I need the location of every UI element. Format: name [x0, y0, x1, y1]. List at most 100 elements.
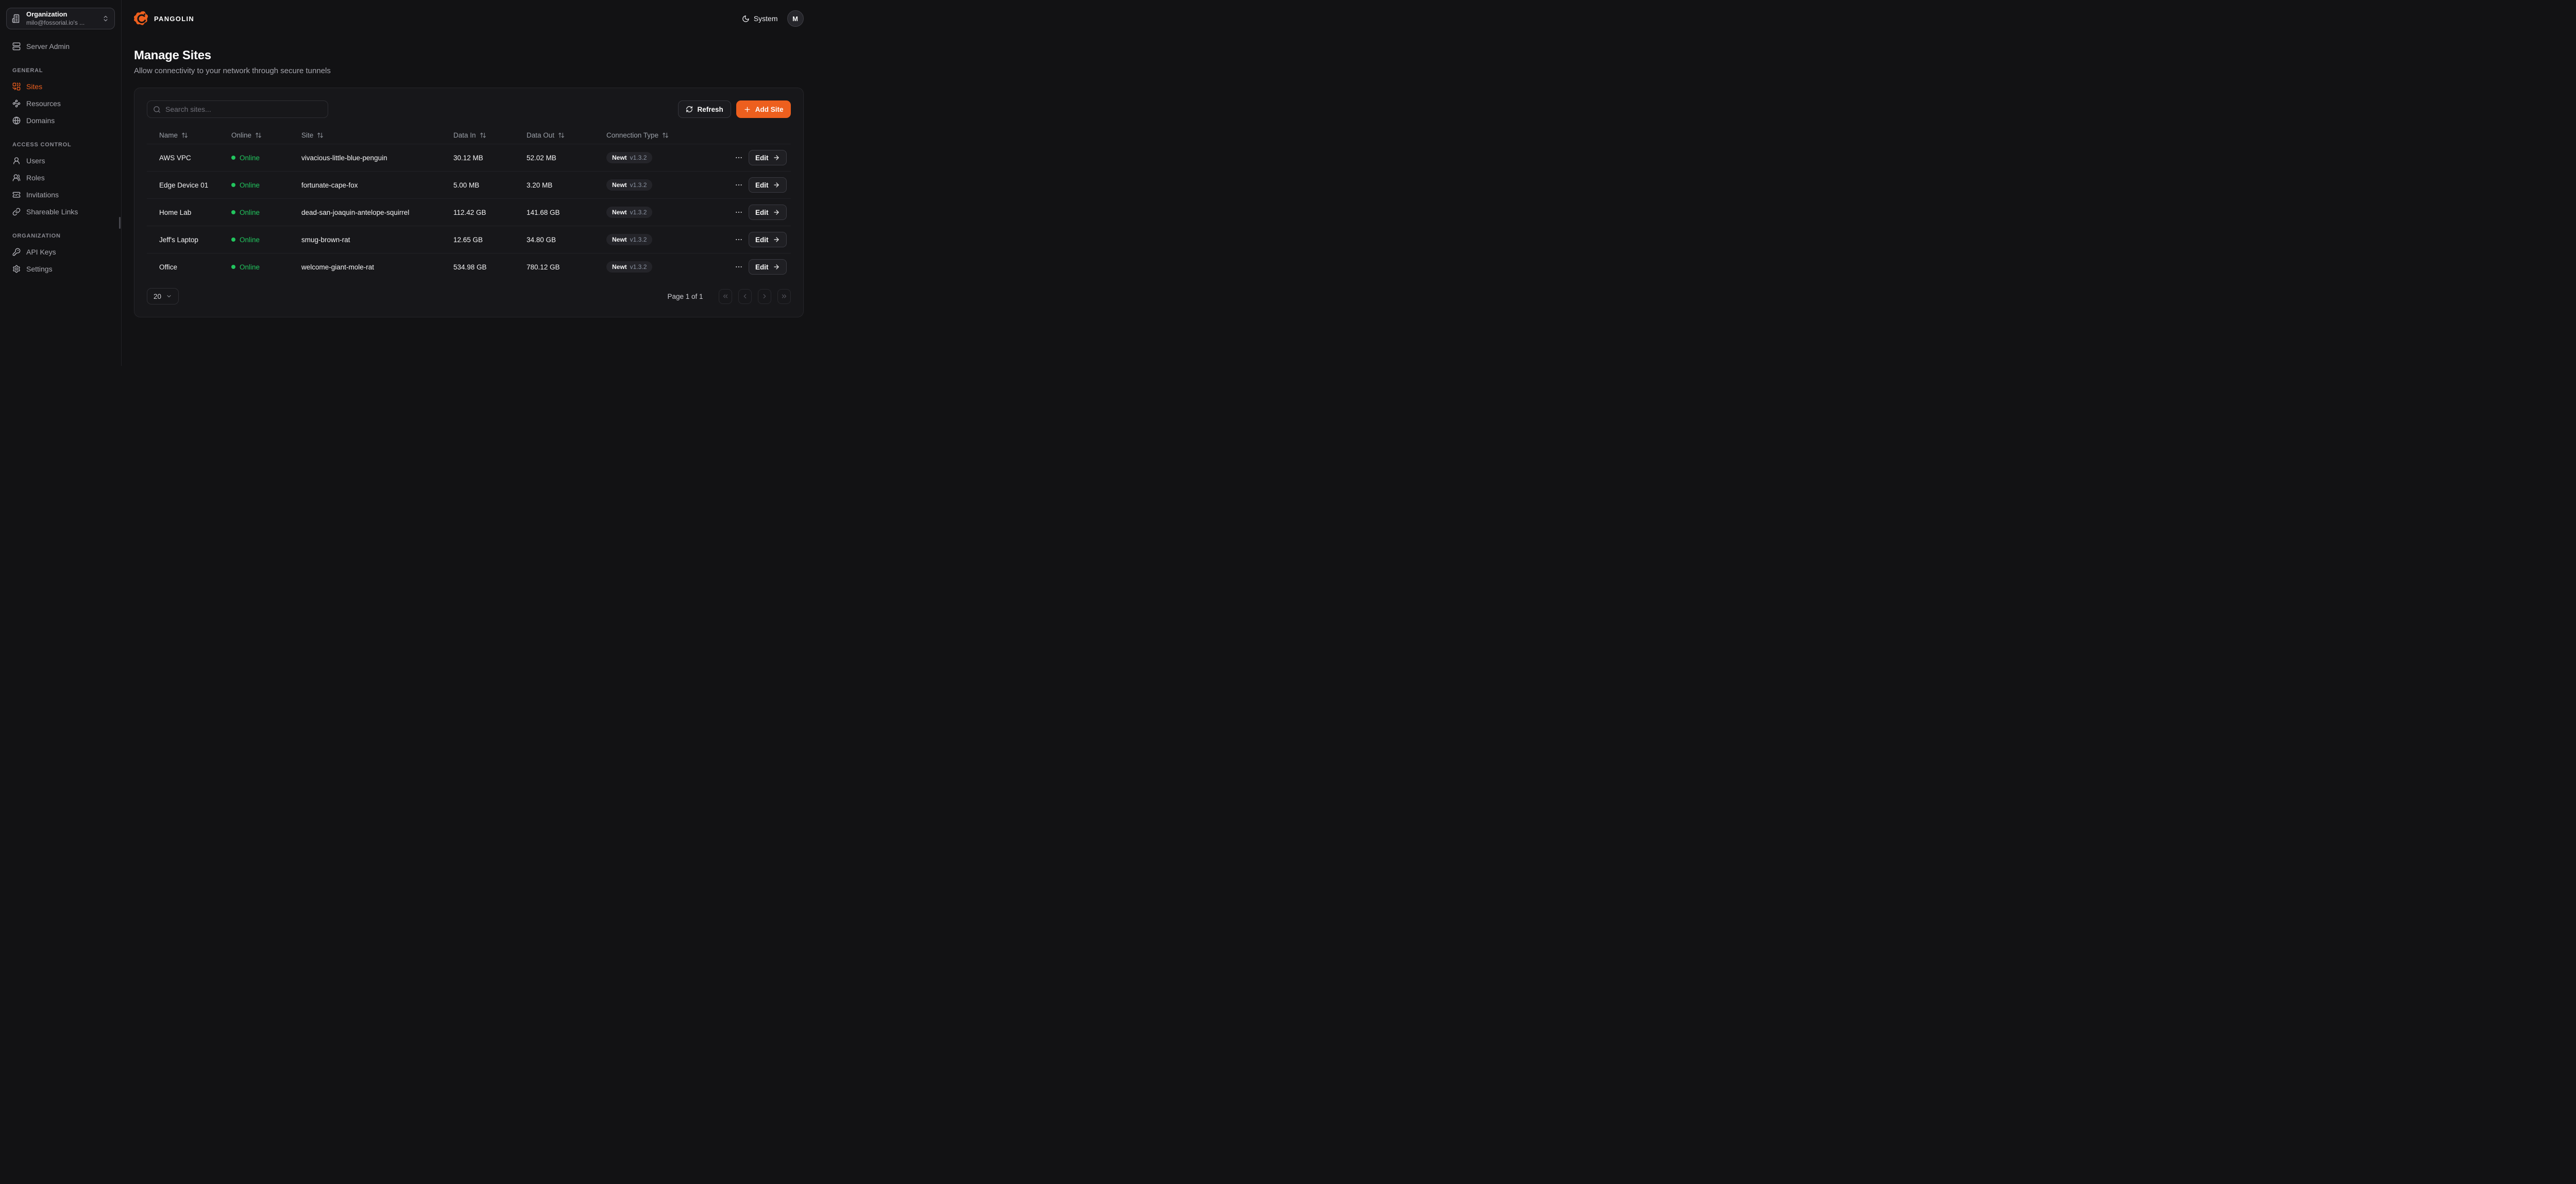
add-site-button[interactable]: Add Site [736, 100, 791, 118]
column-header-connection-type[interactable]: Connection Type [606, 131, 732, 139]
chevron-down-icon [166, 293, 172, 299]
column-header-online[interactable]: Online [231, 131, 301, 139]
status-badge: Online [231, 236, 301, 244]
edit-button-label: Edit [755, 236, 769, 244]
sites-card: Refresh Add Site Name Online [134, 88, 804, 317]
online-dot-icon [231, 156, 235, 160]
ellipsis-icon [735, 208, 743, 216]
status-label: Online [240, 209, 260, 216]
cell-data-in: 30.12 MB [453, 154, 527, 162]
main-area: PANGOLIN System M Manage Sites Allow con… [122, 0, 816, 366]
sidebar-item-label: Resources [26, 99, 61, 108]
column-header-site[interactable]: Site [301, 131, 453, 139]
topbar: PANGOLIN System M [122, 0, 816, 37]
sites-table: Name Online Site Data In Data Out [147, 126, 791, 280]
connection-type-badge: Newt v1.3.2 [606, 179, 652, 191]
pagination: 20 Page 1 of 1 [147, 288, 791, 305]
sidebar-item-shareable-links[interactable]: Shareable Links [6, 203, 115, 220]
sidebar-item-server-admin[interactable]: Server Admin [6, 38, 115, 55]
column-header-name[interactable]: Name [159, 131, 231, 139]
arrow-right-icon [773, 181, 780, 189]
cell-data-out: 3.20 MB [527, 181, 606, 189]
next-page-button[interactable] [758, 289, 771, 304]
prev-page-button[interactable] [738, 289, 752, 304]
cell-name: Jeff's Laptop [159, 236, 231, 244]
sidebar-scrollbar[interactable] [119, 217, 121, 229]
cell-data-in: 112.42 GB [453, 209, 527, 216]
org-selector[interactable]: Organization milo@fossorial.io's ... [6, 8, 115, 29]
cell-site: vivacious-little-blue-penguin [301, 154, 453, 162]
sidebar-item-roles[interactable]: Roles [6, 169, 115, 186]
sort-icon [255, 132, 262, 139]
sort-icon [480, 132, 486, 139]
arrow-right-icon [773, 236, 780, 243]
chevrons-right-icon [781, 293, 788, 300]
arrow-right-icon [773, 263, 780, 270]
row-menu-button[interactable] [732, 151, 745, 164]
online-dot-icon [231, 238, 235, 242]
edit-button[interactable]: Edit [749, 259, 787, 275]
chevrons-up-down-icon [102, 15, 109, 22]
cell-data-out: 141.68 GB [527, 209, 606, 216]
sidebar-item-api-keys[interactable]: API Keys [6, 243, 115, 260]
theme-label: System [754, 14, 778, 23]
gear-icon [12, 265, 21, 273]
ellipsis-icon [735, 154, 743, 162]
search-input[interactable] [165, 105, 322, 113]
cell-site: dead-san-joaquin-antelope-squirrel [301, 209, 453, 216]
status-badge: Online [231, 209, 301, 216]
badge-type: Newt [612, 154, 627, 161]
moon-icon [742, 15, 750, 23]
row-menu-button[interactable] [732, 233, 745, 246]
org-selector-value: milo@fossorial.io's ... [26, 19, 97, 27]
sidebar-item-invitations[interactable]: Invitations [6, 186, 115, 203]
online-dot-icon [231, 265, 235, 269]
column-header-data-out[interactable]: Data Out [527, 131, 606, 139]
theme-toggle[interactable]: System [742, 14, 778, 23]
link-icon [12, 208, 21, 216]
sidebar-section-general: GENERAL [12, 67, 109, 74]
sidebar-item-label: Users [26, 157, 45, 165]
chevrons-left-icon [722, 293, 729, 300]
row-menu-button[interactable] [732, 178, 745, 192]
cell-site: fortunate-cape-fox [301, 181, 453, 189]
edit-button[interactable]: Edit [749, 177, 787, 193]
refresh-button[interactable]: Refresh [678, 100, 731, 118]
key-icon [12, 248, 21, 256]
row-menu-button[interactable] [732, 206, 745, 219]
table-row: Home Lab Online dead-san-joaquin-antelop… [147, 198, 791, 226]
edit-button[interactable]: Edit [749, 150, 787, 165]
last-page-button[interactable] [777, 289, 791, 304]
badge-version: v1.3.2 [630, 154, 647, 161]
row-menu-button[interactable] [732, 260, 745, 274]
avatar[interactable]: M [787, 10, 804, 27]
sidebar-item-settings[interactable]: Settings [6, 260, 115, 277]
page-size-select[interactable]: 20 [147, 288, 179, 305]
sidebar-item-label: Invitations [26, 191, 59, 199]
sidebar-item-label: Roles [26, 174, 45, 182]
arrow-right-icon [773, 154, 780, 161]
status-label: Online [240, 181, 260, 189]
sidebar-item-sites[interactable]: Sites [6, 78, 115, 95]
column-header-data-in[interactable]: Data In [453, 131, 527, 139]
cell-data-in: 5.00 MB [453, 181, 527, 189]
badge-type: Newt [612, 263, 627, 270]
first-page-button[interactable] [719, 289, 732, 304]
page-size-value: 20 [154, 293, 161, 300]
brand-logo[interactable]: PANGOLIN [134, 11, 194, 26]
building-icon [12, 14, 21, 23]
search-box [147, 100, 328, 118]
chevron-right-icon [761, 293, 768, 300]
sidebar-item-domains[interactable]: Domains [6, 112, 115, 129]
edit-button[interactable]: Edit [749, 205, 787, 220]
refresh-button-label: Refresh [697, 106, 723, 113]
sidebar-item-users[interactable]: Users [6, 152, 115, 169]
edit-button[interactable]: Edit [749, 232, 787, 247]
status-badge: Online [231, 154, 301, 162]
cell-name: Edge Device 01 [159, 181, 231, 189]
sort-icon [558, 132, 565, 139]
cell-name: Office [159, 263, 231, 271]
waypoints-icon [12, 99, 21, 108]
online-dot-icon [231, 210, 235, 214]
sidebar-item-resources[interactable]: Resources [6, 95, 115, 112]
